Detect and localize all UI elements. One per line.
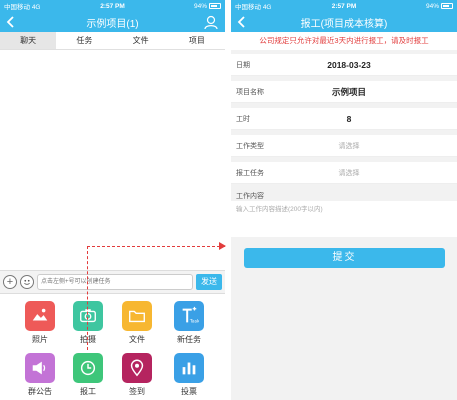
- content-label: 工作内容: [236, 193, 264, 200]
- emoji-icon[interactable]: [20, 275, 34, 289]
- location-pin-icon: [122, 353, 152, 383]
- app-label: 拍摄: [80, 335, 96, 344]
- chat-messages-area: [0, 50, 225, 270]
- tab-3[interactable]: 项目: [169, 32, 225, 49]
- chat-input[interactable]: [37, 274, 193, 290]
- field-label: 工作类型: [236, 142, 264, 150]
- app-location-pin[interactable]: 签到: [112, 353, 162, 397]
- page-title: 示例项目(1): [86, 18, 139, 30]
- app-label: 照片: [32, 335, 48, 344]
- send-button[interactable]: 发送: [196, 274, 222, 290]
- app-label: 文件: [129, 335, 145, 344]
- annotation-arrowhead: [219, 242, 226, 250]
- field-value[interactable]: 请选择: [296, 168, 402, 178]
- annotation-arrow-line: [87, 246, 225, 247]
- back-arrow-icon[interactable]: [235, 15, 249, 29]
- back-arrow-icon[interactable]: [4, 15, 18, 29]
- status-bar: 中国移动 4G 2:57 PM 94%: [231, 0, 457, 12]
- nav-bar: 示例项目(1): [0, 12, 225, 32]
- app-announcement[interactable]: 群公告: [15, 353, 65, 397]
- form-row[interactable]: 项目名称 示例项目: [231, 81, 457, 103]
- app-photo[interactable]: 照片: [15, 301, 65, 345]
- field-label: 日期: [236, 61, 250, 69]
- app-panel: 照片 拍摄 文件 Task 新任务群公告 报工 签到 投票: [0, 298, 225, 400]
- time-text: 2:57 PM: [331, 2, 357, 10]
- page-title: 报工(项目成本核算): [300, 18, 388, 30]
- tab-0[interactable]: 聊天: [0, 32, 57, 49]
- svg-text:Task: Task: [189, 318, 199, 324]
- field-value[interactable]: 2018-03-23: [296, 60, 402, 70]
- status-bar: 中国移动 4G 2:57 PM 94%: [0, 0, 225, 12]
- form-row[interactable]: 日期 2018-03-23: [231, 54, 457, 76]
- chat-screen: 中国移动 4G 2:57 PM 94% 示例项目(1) 聊天任务文件项目 + 发…: [0, 0, 225, 400]
- field-value[interactable]: 8: [296, 114, 402, 124]
- app-folder[interactable]: 文件: [112, 301, 162, 345]
- submit-button[interactable]: 提交: [244, 248, 445, 268]
- announcement-icon: [25, 353, 55, 383]
- app-clock[interactable]: 报工: [63, 353, 113, 397]
- folder-icon: [122, 301, 152, 331]
- field-label: 项目名称: [236, 88, 264, 96]
- time-text: 2:57 PM: [100, 2, 125, 10]
- battery-icon: [209, 3, 221, 9]
- work-report-screen: 中国移动 4G 2:57 PM 94% 报工(项目成本核算) 公司规定只允许对最…: [231, 0, 457, 400]
- notice-banner: 公司规定只允许对最近3天内进行报工，请及时报工: [231, 32, 457, 50]
- tab-bar: 聊天 任务 文件 项目: [0, 32, 225, 50]
- app-label: 报工: [80, 387, 96, 396]
- plus-icon[interactable]: +: [3, 275, 17, 289]
- app-label: 投票: [181, 387, 197, 396]
- field-value[interactable]: 请选择: [296, 141, 402, 151]
- form-row[interactable]: 工作类型 请选择: [231, 135, 457, 157]
- app-label: 新任务: [177, 335, 201, 344]
- app-label: 群公告: [28, 387, 52, 396]
- form-row[interactable]: 报工任务 请选择: [231, 162, 457, 184]
- annotation-arrow-stem: [87, 246, 88, 350]
- new-task-icon: Task: [174, 301, 204, 331]
- work-report-form: 日期 2018-03-23 项目名称 示例项目 工时 8 工作类型 请选择 报工任务 请选择: [231, 54, 457, 184]
- content-textarea[interactable]: 输入工作内容描述(200字以内): [231, 201, 457, 237]
- form-row[interactable]: 工时 8: [231, 108, 457, 130]
- app-bar-chart[interactable]: 投票: [164, 353, 214, 397]
- app-new-task[interactable]: Task 新任务: [164, 301, 214, 345]
- nav-bar: 报工(项目成本核算): [231, 12, 457, 32]
- field-label: 工时: [236, 115, 250, 123]
- field-value[interactable]: 示例项目: [296, 86, 402, 98]
- camera-icon: [73, 301, 103, 331]
- battery-icon: [441, 3, 453, 9]
- user-profile-icon[interactable]: [203, 14, 219, 30]
- chat-input-bar: + 发送: [0, 270, 225, 294]
- tab-1[interactable]: 任务: [56, 32, 112, 49]
- clock-icon: [73, 353, 103, 383]
- field-label: 报工任务: [236, 169, 264, 177]
- tab-2[interactable]: 文件: [113, 32, 169, 49]
- app-label: 签到: [129, 387, 145, 396]
- photo-icon: [25, 301, 55, 331]
- app-camera[interactable]: 拍摄: [63, 301, 113, 345]
- bar-chart-icon: [174, 353, 204, 383]
